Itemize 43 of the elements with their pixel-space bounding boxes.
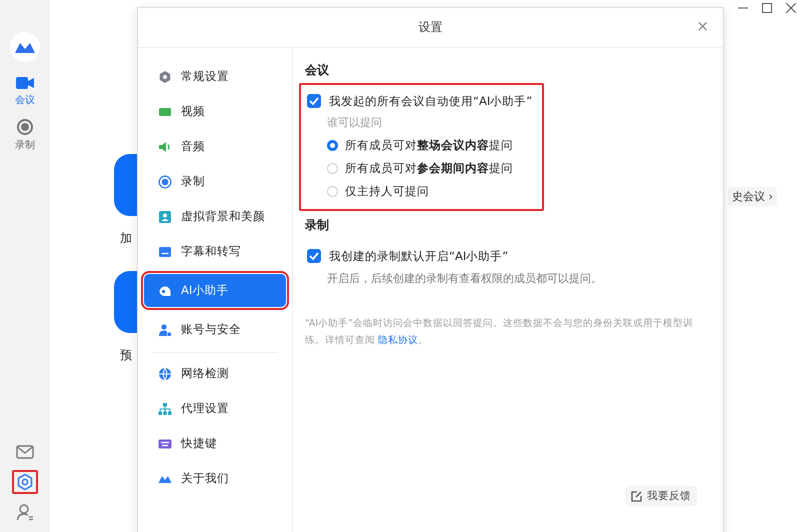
close-icon[interactable]	[786, 3, 796, 13]
settings-nav-item[interactable]: 字幕和转写	[144, 235, 286, 268]
settings-nav-item[interactable]: 视频	[144, 95, 286, 128]
question-permission-label: 谁可以提问	[326, 115, 383, 131]
settings-nav-item[interactable]: 常规设置	[144, 60, 286, 93]
checkbox-label: 我发起的所有会议自动使用“AI小助手”	[329, 94, 532, 108]
app-logo-icon[interactable]	[10, 32, 40, 62]
settings-nav-item[interactable]: AI小助手	[144, 274, 286, 307]
privacy-note: “AI小助手”会临时访问会中数据以回答提问。这些数据不会与您的身份关联或用于模型训练。详情可查阅 隐私协议。	[305, 317, 694, 348]
settings-nav-item[interactable]: 关于我们	[144, 462, 286, 495]
dialog-title: 设置	[418, 19, 442, 36]
settings-nav-item[interactable]: 虚拟背景和美颜	[144, 200, 286, 233]
section-heading: 录制	[305, 217, 330, 234]
settings-nav-item[interactable]: 账号与安全	[144, 313, 286, 346]
settings-icon[interactable]	[12, 470, 38, 494]
feedback-button[interactable]: 我要反馈	[625, 486, 697, 506]
radio-label: 所有成员可对整场会议内容提问	[345, 138, 513, 153]
history-meetings-link[interactable]: 史会议 ›	[728, 187, 777, 206]
settings-nav-item[interactable]: 音频	[144, 130, 286, 163]
radio-label: 仅主持人可提问	[345, 184, 429, 199]
radio-button[interactable]	[327, 163, 338, 174]
radio-button[interactable]	[327, 140, 338, 151]
checkbox-label: 我创建的录制默认开启“AI小助手”	[329, 248, 508, 264]
settings-nav-item[interactable]: 代理设置	[144, 392, 286, 425]
option-description: 开启后，后续创建的录制有查看权限的成员都可以提问。	[326, 271, 602, 287]
edit-icon	[631, 490, 642, 502]
checkbox[interactable]	[307, 249, 321, 263]
settings-nav-item[interactable]: 网络检测	[144, 357, 286, 390]
section-heading: 会议	[305, 62, 330, 79]
settings-nav-item[interactable]: 快捷键	[144, 427, 286, 460]
settings-nav-item[interactable]: 录制	[144, 165, 286, 198]
video-camera-icon	[16, 76, 34, 90]
record-icon	[17, 119, 33, 135]
close-button[interactable]: ×	[696, 17, 709, 35]
rail-tab[interactable]: 录制	[15, 119, 35, 152]
privacy-policy-link[interactable]: 隐私协议	[378, 335, 418, 346]
radio-label: 所有成员可对参会期间内容提问	[345, 161, 513, 176]
checkbox[interactable]	[307, 94, 321, 108]
maximize-icon[interactable]	[762, 3, 772, 13]
tile-label: 加	[120, 230, 132, 247]
radio-button[interactable]	[327, 186, 338, 197]
tile-label: 预	[120, 347, 132, 364]
rail-tab[interactable]: 会议	[15, 76, 35, 107]
